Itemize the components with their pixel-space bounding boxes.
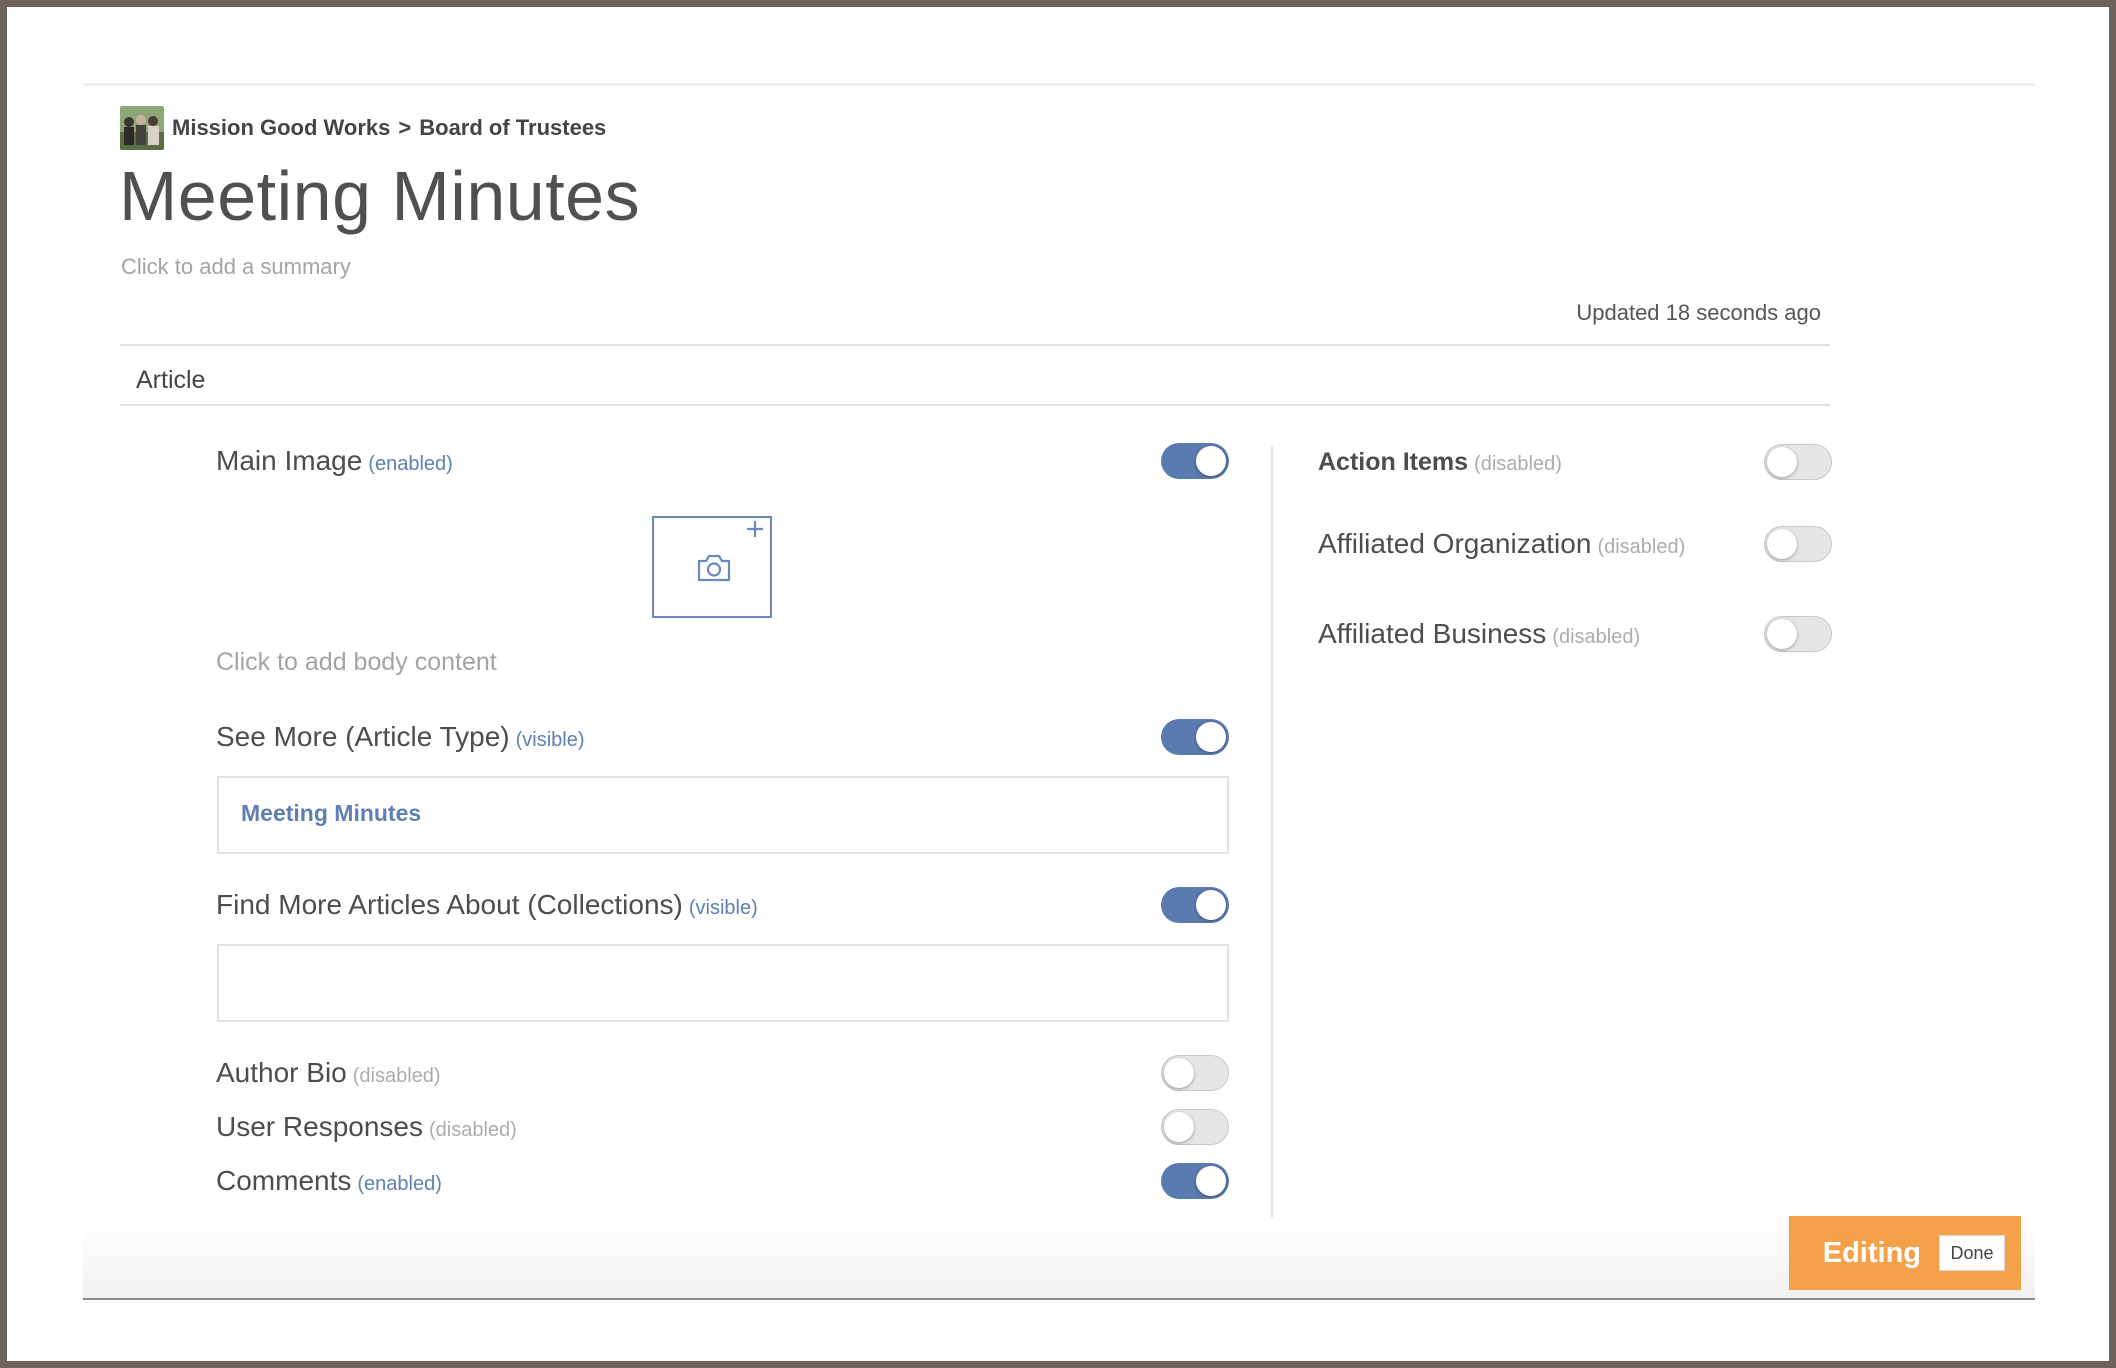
author-bio-status: (disabled) xyxy=(352,1065,441,1087)
toggle-knob xyxy=(1164,1058,1194,1088)
toggle-knob xyxy=(1196,890,1226,920)
plus-icon xyxy=(747,521,763,537)
action-items-label: Action Items xyxy=(1318,447,1469,476)
footer-fade xyxy=(83,1218,2035,1298)
action-items-row: Action Items (disabled) xyxy=(1318,444,1832,480)
article-type-field[interactable]: Meeting Minutes xyxy=(217,776,1229,854)
main-image-label: Main Image xyxy=(216,445,363,476)
action-items-toggle[interactable] xyxy=(1764,444,1832,480)
affiliated-organization-status: (disabled) xyxy=(1597,536,1686,558)
collections-field[interactable] xyxy=(217,944,1229,1022)
toggle-knob xyxy=(1164,1112,1194,1142)
action-items-label-group: Action Items (disabled) xyxy=(1318,448,1562,477)
comments-status: (enabled) xyxy=(357,1173,442,1195)
action-items-status: (disabled) xyxy=(1474,452,1562,475)
author-bio-toggle[interactable] xyxy=(1161,1055,1229,1091)
main-image-toggle[interactable] xyxy=(1161,443,1229,479)
affiliated-business-status: (disabled) xyxy=(1552,626,1641,648)
comments-label-group: Comments (enabled) xyxy=(216,1165,442,1197)
affiliated-organization-label-group: Affiliated Organization (disabled) xyxy=(1318,528,1685,560)
breadcrumb-separator: > xyxy=(398,115,412,140)
see-more-label: See More (Article Type) xyxy=(216,721,510,752)
affiliated-business-label: Affiliated Business xyxy=(1318,618,1547,649)
comments-label: Comments xyxy=(216,1165,352,1196)
affiliated-business-label-group: Affiliated Business (disabled) xyxy=(1318,618,1640,650)
affiliated-business-row: Affiliated Business (disabled) xyxy=(1318,616,1832,652)
find-more-status: (visible) xyxy=(688,897,758,919)
window-frame: Mission Good Works > Board of Trustees M… xyxy=(7,7,2109,1361)
camera-icon xyxy=(697,554,731,582)
toggle-knob xyxy=(1196,1166,1226,1196)
author-bio-label: Author Bio xyxy=(216,1057,347,1088)
find-more-label: Find More Articles About (Collections) xyxy=(216,889,683,920)
comments-toggle[interactable] xyxy=(1161,1163,1229,1199)
article-editor: Mission Good Works > Board of Trustees M… xyxy=(83,83,2035,1300)
add-image-button[interactable] xyxy=(652,516,772,618)
editing-label: Editing xyxy=(1822,1236,1921,1269)
breadcrumb-group[interactable]: Board of Trustees xyxy=(419,115,606,141)
user-responses-status: (disabled) xyxy=(428,1119,517,1141)
toggle-knob xyxy=(1767,447,1797,477)
section-title: Article xyxy=(136,366,206,394)
user-responses-row: User Responses (disabled) xyxy=(216,1109,1229,1145)
article-type-value[interactable]: Meeting Minutes xyxy=(241,800,421,827)
see-more-status: (visible) xyxy=(515,729,585,751)
section-divider-top xyxy=(120,344,1830,346)
main-image-status: (enabled) xyxy=(368,453,453,475)
user-responses-label-group: User Responses (disabled) xyxy=(216,1111,517,1143)
body-content-placeholder[interactable]: Click to add body content xyxy=(216,648,497,677)
affiliated-organization-label: Affiliated Organization xyxy=(1318,528,1592,559)
comments-row: Comments (enabled) xyxy=(216,1163,1229,1199)
find-more-toggle[interactable] xyxy=(1161,887,1229,923)
done-button[interactable]: Done xyxy=(1939,1235,2005,1271)
breadcrumb: Mission Good Works > Board of Trustees xyxy=(120,106,606,150)
section-divider-bottom xyxy=(120,404,1830,406)
affiliated-organization-row: Affiliated Organization (disabled) xyxy=(1318,526,1832,562)
author-bio-row: Author Bio (disabled) xyxy=(216,1055,1229,1091)
toggle-knob xyxy=(1196,446,1226,476)
user-responses-label: User Responses xyxy=(216,1111,423,1142)
affiliated-business-toggle[interactable] xyxy=(1764,616,1832,652)
find-more-label-group: Find More Articles About (Collections) (v… xyxy=(216,889,758,921)
see-more-row: See More (Article Type) (visible) xyxy=(216,719,1229,755)
user-responses-toggle[interactable] xyxy=(1161,1109,1229,1145)
main-image-row: Main Image (enabled) xyxy=(216,443,1229,479)
breadcrumb-organization[interactable]: Mission Good Works xyxy=(172,115,390,141)
summary-placeholder[interactable]: Click to add a summary xyxy=(121,254,351,280)
toggle-knob xyxy=(1767,529,1797,559)
toggle-knob xyxy=(1767,619,1797,649)
author-bio-label-group: Author Bio (disabled) xyxy=(216,1057,441,1089)
see-more-label-group: See More (Article Type) (visible) xyxy=(216,721,585,753)
toggle-knob xyxy=(1196,722,1226,752)
updated-timestamp: Updated 18 seconds ago xyxy=(1576,300,1821,325)
affiliated-organization-toggle[interactable] xyxy=(1764,526,1832,562)
find-more-row: Find More Articles About (Collections) (v… xyxy=(216,887,1229,923)
see-more-toggle[interactable] xyxy=(1161,719,1229,755)
column-separator xyxy=(1271,446,1273,1221)
main-image-label-group: Main Image (enabled) xyxy=(216,445,453,477)
group-photo-icon[interactable] xyxy=(120,106,164,150)
page-title[interactable]: Meeting Minutes xyxy=(119,156,640,236)
editing-bar: Editing Done xyxy=(1789,1216,2021,1290)
